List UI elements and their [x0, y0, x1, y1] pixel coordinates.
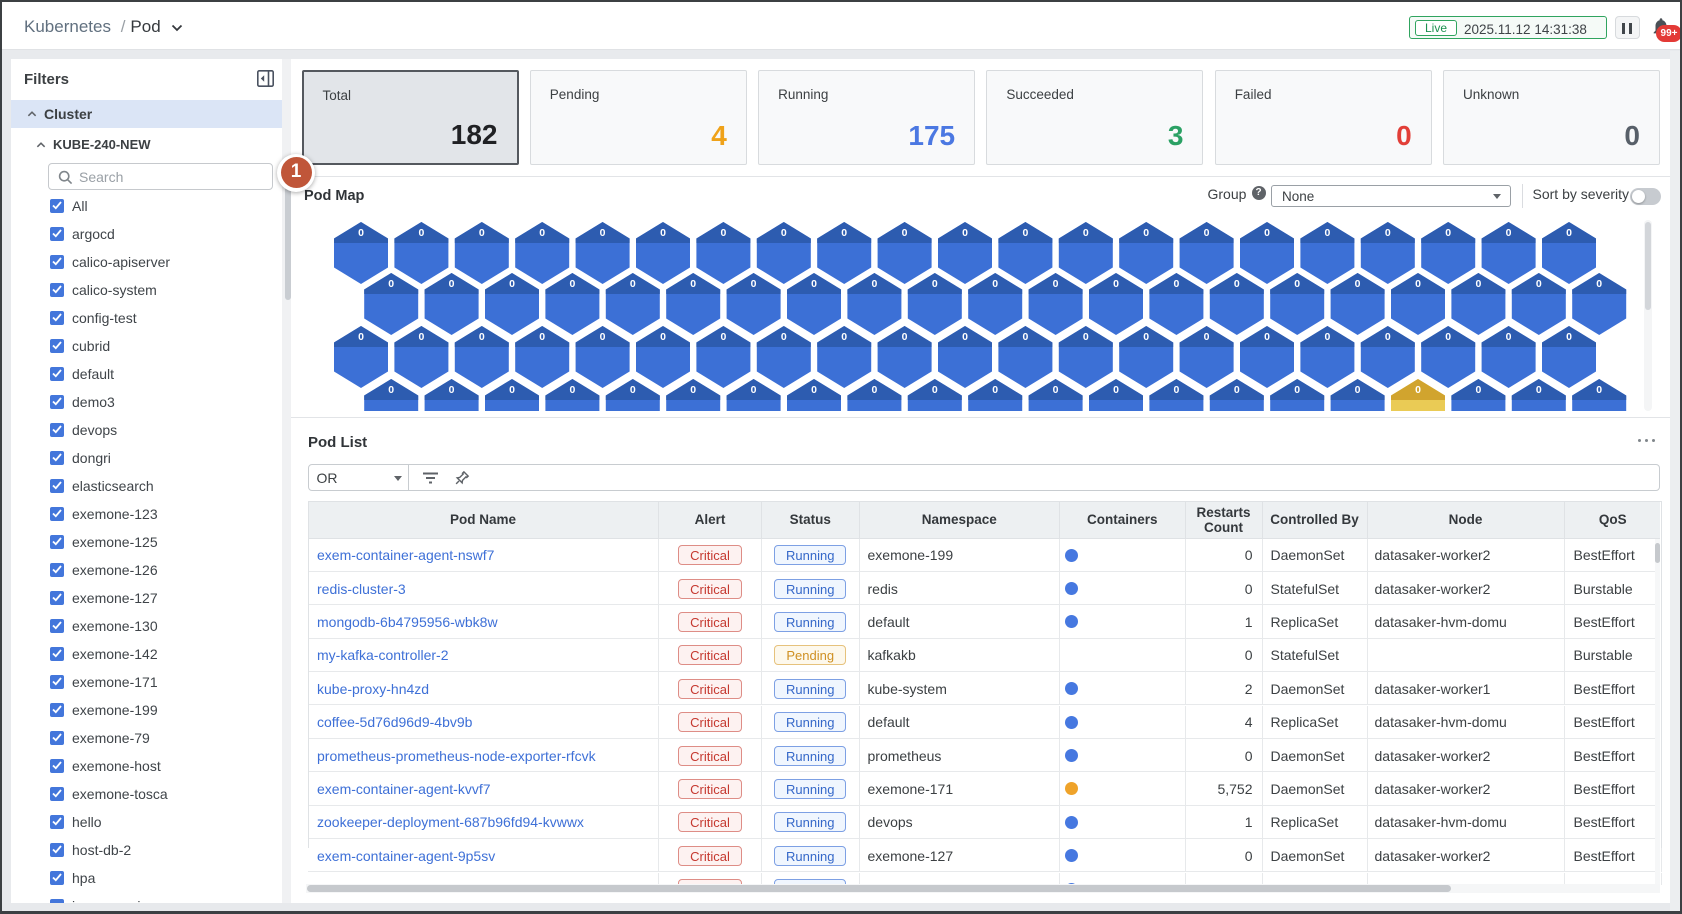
svg-text:0: 0 — [418, 331, 424, 343]
svg-text:0: 0 — [660, 331, 666, 343]
svg-text:0: 0 — [1173, 384, 1179, 396]
svg-text:0: 0 — [660, 227, 666, 239]
svg-text:0: 0 — [992, 278, 998, 290]
svg-text:0: 0 — [751, 384, 757, 396]
svg-text:0: 0 — [569, 384, 575, 396]
svg-text:0: 0 — [841, 227, 847, 239]
svg-text:0: 0 — [418, 227, 424, 239]
svg-text:0: 0 — [1506, 331, 1512, 343]
svg-text:0: 0 — [1506, 227, 1512, 239]
svg-text:0: 0 — [781, 331, 787, 343]
svg-text:0: 0 — [1294, 384, 1300, 396]
svg-text:0: 0 — [1022, 227, 1028, 239]
svg-text:0: 0 — [1475, 384, 1481, 396]
svg-text:0: 0 — [1294, 278, 1300, 290]
svg-text:0: 0 — [902, 331, 908, 343]
svg-text:0: 0 — [1113, 278, 1119, 290]
svg-text:0: 0 — [1143, 227, 1149, 239]
svg-text:0: 0 — [1173, 278, 1179, 290]
svg-text:0: 0 — [358, 227, 364, 239]
svg-text:0: 0 — [1083, 331, 1089, 343]
svg-text:0: 0 — [600, 227, 606, 239]
svg-text:0: 0 — [1415, 384, 1421, 396]
svg-text:0: 0 — [1596, 384, 1602, 396]
svg-text:0: 0 — [630, 278, 636, 290]
svg-text:0: 0 — [690, 384, 696, 396]
svg-text:0: 0 — [720, 331, 726, 343]
svg-text:0: 0 — [1234, 278, 1240, 290]
svg-text:0: 0 — [1234, 384, 1240, 396]
svg-text:0: 0 — [811, 278, 817, 290]
svg-text:0: 0 — [479, 331, 485, 343]
svg-text:0: 0 — [449, 278, 455, 290]
svg-text:0: 0 — [962, 331, 968, 343]
svg-text:0: 0 — [569, 278, 575, 290]
svg-text:0: 0 — [992, 384, 998, 396]
svg-text:0: 0 — [539, 331, 545, 343]
svg-text:0: 0 — [1053, 278, 1059, 290]
svg-text:0: 0 — [871, 384, 877, 396]
svg-text:0: 0 — [630, 384, 636, 396]
svg-text:0: 0 — [1053, 384, 1059, 396]
svg-text:0: 0 — [1083, 227, 1089, 239]
svg-text:0: 0 — [1475, 278, 1481, 290]
svg-text:0: 0 — [720, 227, 726, 239]
svg-text:0: 0 — [509, 384, 515, 396]
svg-text:0: 0 — [690, 278, 696, 290]
svg-text:0: 0 — [388, 278, 394, 290]
svg-text:0: 0 — [811, 384, 817, 396]
svg-text:0: 0 — [1415, 278, 1421, 290]
svg-text:0: 0 — [1445, 331, 1451, 343]
svg-text:0: 0 — [1385, 227, 1391, 239]
svg-text:0: 0 — [1324, 331, 1330, 343]
svg-text:0: 0 — [1566, 227, 1572, 239]
svg-text:0: 0 — [1204, 227, 1210, 239]
svg-text:0: 0 — [600, 331, 606, 343]
svg-text:0: 0 — [781, 227, 787, 239]
svg-text:0: 0 — [1596, 278, 1602, 290]
svg-text:0: 0 — [1022, 331, 1028, 343]
svg-text:0: 0 — [871, 278, 877, 290]
svg-text:0: 0 — [1536, 384, 1542, 396]
svg-text:0: 0 — [1536, 278, 1542, 290]
svg-text:0: 0 — [1445, 227, 1451, 239]
svg-text:0: 0 — [1264, 227, 1270, 239]
svg-text:0: 0 — [1385, 331, 1391, 343]
svg-text:0: 0 — [1324, 227, 1330, 239]
svg-text:0: 0 — [902, 227, 908, 239]
svg-text:0: 0 — [1143, 331, 1149, 343]
svg-text:0: 0 — [479, 227, 485, 239]
svg-text:0: 0 — [509, 278, 515, 290]
svg-text:0: 0 — [449, 384, 455, 396]
svg-text:0: 0 — [1566, 331, 1572, 343]
svg-text:0: 0 — [932, 278, 938, 290]
svg-text:0: 0 — [962, 227, 968, 239]
svg-text:0: 0 — [841, 331, 847, 343]
svg-text:0: 0 — [1355, 384, 1361, 396]
svg-text:0: 0 — [1113, 384, 1119, 396]
svg-text:0: 0 — [1264, 331, 1270, 343]
svg-text:0: 0 — [539, 227, 545, 239]
svg-text:0: 0 — [1355, 278, 1361, 290]
svg-text:0: 0 — [1204, 331, 1210, 343]
svg-text:0: 0 — [358, 331, 364, 343]
svg-text:0: 0 — [932, 384, 938, 396]
svg-text:0: 0 — [751, 278, 757, 290]
svg-text:0: 0 — [388, 384, 394, 396]
